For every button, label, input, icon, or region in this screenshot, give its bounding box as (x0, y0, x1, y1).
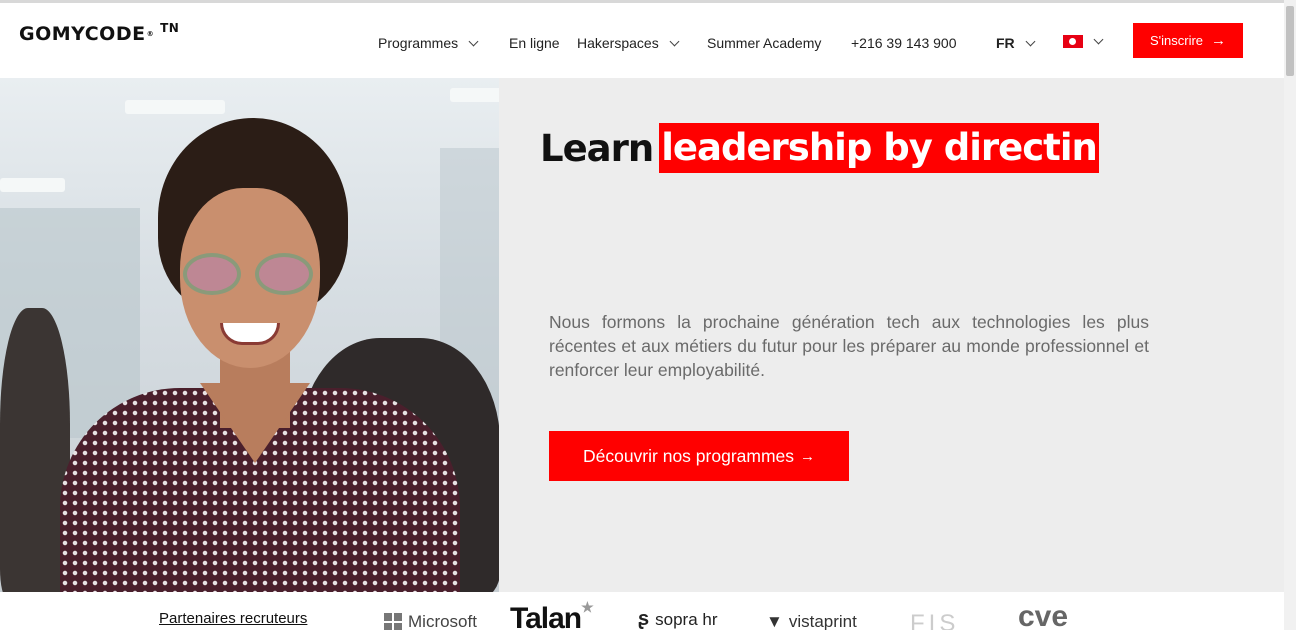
logo-text: GOMYCODE (19, 23, 146, 45)
arrow-right-icon: → (800, 447, 816, 465)
nav-summer-academy[interactable]: Summer Academy (707, 35, 821, 51)
discover-programs-button[interactable]: Découvrir nos programmes → (549, 431, 849, 481)
partners-link[interactable]: Partenaires recruteurs (159, 610, 307, 627)
site-header: GOMYCODE ® TN Programmes En ligne Hakersp… (0, 3, 1284, 78)
nav-en-ligne[interactable]: En ligne (509, 35, 560, 51)
nav-label: Summer Academy (707, 35, 822, 51)
nav-phone[interactable]: +216 39 143 900 (851, 35, 957, 51)
partners-strip: Partenaires recruteurs Microsoft Talan ★… (0, 592, 1284, 630)
signup-label: S'inscrire (1149, 33, 1204, 48)
partner-logo-talan: Talan ★ (510, 598, 594, 630)
partner-logo-fis: FIS (910, 610, 960, 630)
microsoft-icon (384, 613, 402, 630)
country-selector[interactable] (1063, 34, 1104, 48)
arrow-right-icon: → (1211, 32, 1227, 49)
nav-label: Hakerspaces (577, 35, 659, 51)
language-selector[interactable]: FR (996, 35, 1036, 51)
phone-number: +216 39 143 900 (851, 35, 957, 51)
nav-hakerspaces[interactable]: Hakerspaces (577, 35, 680, 51)
nav-programmes[interactable]: Programmes (378, 35, 479, 51)
scrollbar-thumb[interactable] (1286, 6, 1294, 76)
hero-title: Learn leadership by directin (540, 123, 1099, 173)
hero-title-highlight: leadership by directin (659, 123, 1099, 173)
chevron-down-icon (1025, 36, 1036, 46)
hero-section: Learn leadership by directin Nous formon… (0, 78, 1284, 592)
chevron-down-icon (669, 36, 680, 46)
language-label: FR (996, 35, 1015, 51)
person-photo (60, 118, 460, 592)
partner-logo-sopra-hr: ʂ sopra hr (638, 608, 718, 630)
vistaprint-icon: ▼ (766, 612, 783, 630)
hero-image (0, 78, 499, 592)
logo-country: TN (160, 21, 180, 35)
nav-label: En ligne (509, 35, 560, 51)
signup-button[interactable]: S'inscrire → (1133, 23, 1243, 58)
partner-logo-vistaprint: ▼ vistaprint (766, 612, 857, 630)
nav-label: Programmes (378, 35, 459, 51)
page: GOMYCODE ® TN Programmes En ligne Hakersp… (0, 0, 1296, 630)
cta-label: Découvrir nos programmes (582, 445, 795, 466)
chevron-down-icon (1093, 34, 1104, 45)
tunisia-flag-icon (1063, 35, 1083, 48)
gomycode-logo[interactable]: GOMYCODE ® TN (19, 21, 180, 45)
sopra-icon: ʂ (638, 608, 650, 630)
hero-description: Nous formons la prochaine génération tec… (549, 312, 1149, 380)
chevron-down-icon (468, 36, 479, 46)
partner-logo-microsoft: Microsoft (384, 612, 477, 630)
partner-logo-cve: cve (1018, 600, 1069, 630)
star-icon: ★ (581, 598, 594, 615)
hero-title-prefix: Learn (540, 126, 654, 170)
page-scrollbar[interactable] (1284, 0, 1296, 630)
